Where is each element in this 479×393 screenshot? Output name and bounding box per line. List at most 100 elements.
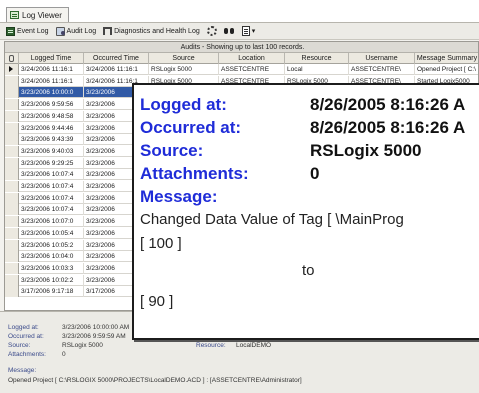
cell-source: RSLogix 5000 bbox=[149, 64, 219, 75]
paperclip-icon bbox=[9, 55, 14, 62]
column-header-logged-time[interactable]: Logged Time bbox=[19, 53, 84, 64]
cell-logged-time: 3/23/2006 10:07:4 bbox=[19, 192, 84, 204]
row-header[interactable] bbox=[5, 87, 19, 99]
cell-logged-time: 3/23/2006 10:07:4 bbox=[19, 169, 84, 181]
row-header[interactable] bbox=[5, 181, 19, 192]
detail-logged-label: Logged at: bbox=[8, 324, 39, 331]
row-header[interactable] bbox=[5, 204, 19, 216]
diagnostics-log-button[interactable]: Diagnostics and Health Log bbox=[101, 24, 202, 38]
cell-logged-time: 3/23/2006 10:07:0 bbox=[19, 216, 84, 228]
detail-source-value: RSLogix 5000 bbox=[62, 342, 103, 349]
detail-occurred-value: 3/23/2006 9:59:59 AM bbox=[62, 333, 126, 340]
grid-caption: Audits - Showing up to last 100 records. bbox=[5, 42, 478, 53]
table-row[interactable]: 3/24/2006 11:16:1 3/24/2006 11:16:1 RSLogi… bbox=[5, 64, 478, 75]
zoom-attachments-value: 0 bbox=[310, 164, 320, 183]
zoomed-details-callout: Logged at: 8/26/2005 8:16:26 A Occurred … bbox=[132, 83, 479, 340]
column-header-message-summary[interactable]: Message Summary bbox=[415, 53, 478, 64]
filter-icon bbox=[241, 26, 250, 36]
row-header[interactable] bbox=[5, 110, 19, 122]
tab-log-viewer[interactable]: Log Viewer bbox=[6, 7, 69, 22]
filter-button[interactable]: ▾ bbox=[240, 24, 258, 38]
gear-icon bbox=[206, 26, 217, 36]
column-header-source[interactable]: Source bbox=[149, 53, 219, 64]
chevron-down-icon: ▾ bbox=[251, 28, 256, 35]
row-header[interactable] bbox=[5, 134, 19, 146]
row-header[interactable] bbox=[5, 239, 19, 251]
column-header-resource[interactable]: Resource bbox=[285, 53, 349, 64]
row-header[interactable] bbox=[5, 274, 19, 286]
cell-logged-time: 3/17/2006 9:17:18 bbox=[19, 286, 84, 298]
detail-resource-value: LocalDEMO bbox=[236, 342, 272, 349]
toolbar: Event Log Audit Log Diagnostics and Heal… bbox=[0, 22, 479, 40]
tab-strip: Log Viewer bbox=[0, 0, 479, 22]
zoom-new-value: [ 90 ] bbox=[140, 293, 174, 310]
zoom-occurred-label: Occurred at: bbox=[140, 118, 242, 137]
row-header[interactable] bbox=[5, 286, 19, 298]
column-header-occurred-time[interactable]: Occurred Time bbox=[84, 53, 149, 64]
zoom-old-value: [ 100 ] bbox=[140, 235, 182, 252]
cell-logged-time: 3/23/2006 10:07:4 bbox=[19, 181, 84, 192]
cell-logged-time: 3/23/2006 10:00:0 bbox=[19, 87, 84, 99]
zoom-occurred-value: 8/26/2005 8:16:26 A bbox=[310, 118, 466, 137]
detail-source-label: Source: bbox=[8, 342, 31, 349]
current-row-arrow-icon bbox=[9, 66, 13, 72]
zoom-attachments-label: Attachments: bbox=[140, 164, 249, 183]
cell-logged-time: 3/23/2006 9:48:58 bbox=[19, 110, 84, 122]
row-header[interactable] bbox=[5, 216, 19, 228]
zoom-message-label: Message: bbox=[140, 187, 218, 206]
zoom-source-label: Source: bbox=[140, 141, 204, 160]
audit-log-button[interactable]: Audit Log bbox=[54, 24, 99, 38]
settings-button[interactable] bbox=[205, 24, 219, 38]
detail-message-label: Message: bbox=[8, 367, 37, 374]
cell-logged-time: 3/23/2006 10:05:2 bbox=[19, 239, 84, 251]
cell-logged-time: 3/23/2006 10:07:4 bbox=[19, 204, 84, 216]
cell-logged-time: 3/24/2006 11:16:1 bbox=[19, 75, 84, 87]
row-header[interactable] bbox=[5, 169, 19, 181]
event-log-label: Event Log bbox=[17, 27, 49, 35]
cell-logged-time: 3/23/2006 9:44:46 bbox=[19, 122, 84, 134]
diagnostics-icon bbox=[103, 27, 113, 35]
detail-occurred-label: Occurred at: bbox=[8, 333, 44, 340]
event-log-icon bbox=[6, 26, 15, 36]
cell-logged-time: 3/23/2006 10:02:2 bbox=[19, 274, 84, 286]
cell-resource: Local bbox=[285, 64, 349, 75]
row-header[interactable] bbox=[5, 64, 19, 75]
zoom-message-line: Changed Data Value of Tag [ \MainProg bbox=[140, 211, 404, 228]
log-viewer-icon bbox=[10, 11, 19, 19]
cell-logged-time: 3/23/2006 10:05:4 bbox=[19, 227, 84, 239]
row-header[interactable] bbox=[5, 157, 19, 169]
zoom-to-word: to bbox=[302, 262, 315, 279]
find-button[interactable] bbox=[222, 24, 237, 38]
cell-logged-time: 3/23/2006 10:04:0 bbox=[19, 251, 84, 263]
detail-logged-value: 3/23/2006 10:00:00 AM bbox=[62, 324, 130, 331]
cell-logged-time: 3/23/2006 9:40:03 bbox=[19, 145, 84, 157]
binoculars-icon bbox=[223, 27, 235, 35]
detail-message-value: Opened Project [ C:\RSLOGIX 5000\PROJECT… bbox=[8, 377, 302, 384]
audit-log-label: Audit Log bbox=[66, 27, 97, 35]
tab-log-viewer-label: Log Viewer bbox=[22, 10, 62, 20]
diagnostics-log-label: Diagnostics and Health Log bbox=[114, 27, 200, 35]
row-header[interactable] bbox=[5, 75, 19, 87]
cell-username: ASSETCENTRE\ bbox=[349, 64, 415, 75]
zoom-logged-value: 8/26/2005 8:16:26 A bbox=[310, 95, 466, 114]
log-viewer-window: Log Viewer Event Log Audit Log Diagnosti… bbox=[0, 0, 479, 393]
attachment-column-header[interactable] bbox=[5, 53, 19, 64]
row-header[interactable] bbox=[5, 251, 19, 263]
column-header-location[interactable]: Location bbox=[219, 53, 285, 64]
grid-header: Logged Time Occurred Time Source Locatio… bbox=[5, 53, 478, 64]
row-header[interactable] bbox=[5, 145, 19, 157]
zoom-logged-label: Logged at: bbox=[140, 95, 227, 114]
row-header[interactable] bbox=[5, 122, 19, 134]
row-header[interactable] bbox=[5, 227, 19, 239]
row-header[interactable] bbox=[5, 192, 19, 204]
event-log-button[interactable]: Event Log bbox=[4, 24, 51, 38]
cell-location: ASSETCENTRE bbox=[219, 64, 285, 75]
cell-logged-time: 3/23/2006 9:59:56 bbox=[19, 99, 84, 111]
column-header-username[interactable]: Username bbox=[349, 53, 415, 64]
cell-logged-time: 3/23/2006 9:43:39 bbox=[19, 134, 84, 146]
row-header[interactable] bbox=[5, 99, 19, 111]
audit-log-icon bbox=[55, 26, 65, 36]
row-header[interactable] bbox=[5, 262, 19, 274]
cell-occurred-time: 3/24/2006 11:16:1 bbox=[84, 64, 149, 75]
detail-attachments-label: Attachments: bbox=[8, 351, 46, 358]
